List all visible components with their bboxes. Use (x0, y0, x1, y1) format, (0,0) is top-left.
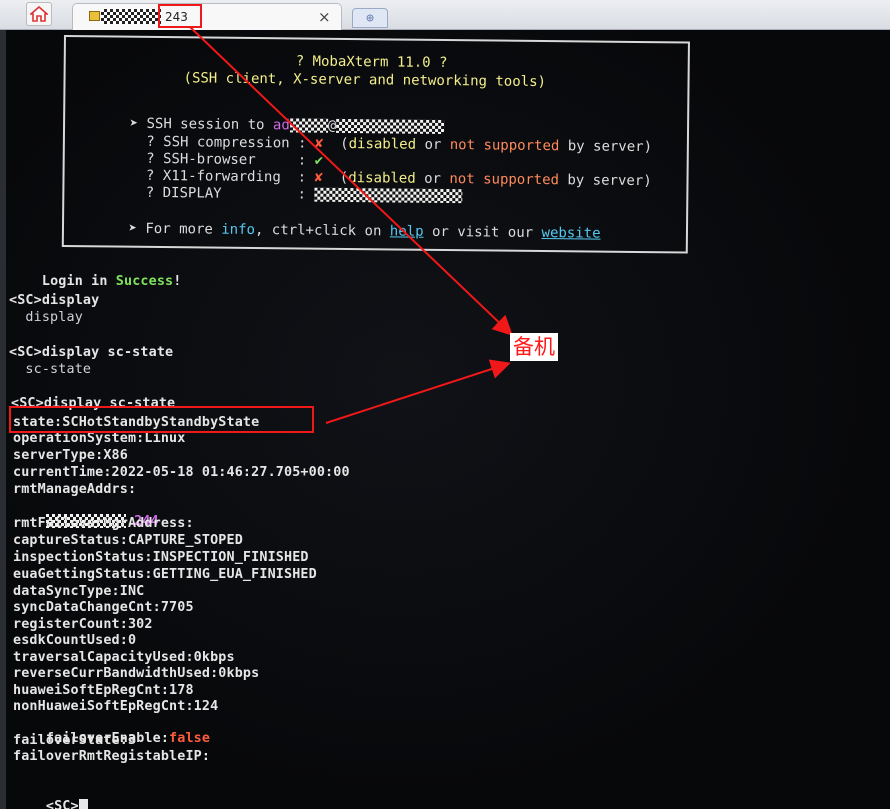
rmt-manage-addrs-line: rmtManageAddrs: (13, 482, 137, 497)
home-button[interactable] (26, 2, 52, 26)
esdk-count-line: esdkCountUsed:0 (13, 633, 137, 648)
redacted-tab-host (101, 9, 161, 24)
tab-highlight-box (158, 4, 202, 28)
cursor (78, 799, 88, 809)
login-suffix: ! (173, 274, 182, 289)
traversal-capacity-line: traversalCapacityUsed:0kbps (13, 650, 235, 665)
sync-data-change-line: syncDataChangeCnt:7705 (13, 600, 194, 615)
banner-subtitle: (SSH client, X-server and networking too… (183, 70, 547, 91)
failover-state-line: failoverState:3 (13, 733, 137, 748)
operation-system-line: operationSystem:Linux (13, 431, 186, 446)
new-tab-icon[interactable]: ⊕ (352, 8, 388, 28)
login-success: Success (115, 274, 174, 289)
command-line: <SC>display sc-state (9, 345, 174, 360)
server-type-line: serverType:X86 (13, 448, 128, 463)
info-line: ➤ For more info, ctrl+click on help or v… (78, 204, 601, 257)
inspection-status-line: inspectionStatus:INSPECTION_FINISHED (13, 550, 309, 565)
session-tab[interactable]: 243 × (72, 3, 342, 30)
info-word: info (221, 221, 256, 239)
rmt-failover-mgr-line: rmtFailoverMgrAddress: (13, 516, 194, 531)
failover-enable-value: false (169, 731, 211, 746)
terminal-session-icon (89, 11, 100, 21)
shell-prompt[interactable]: <SC> (13, 784, 88, 809)
prompt-text: <SC> (45, 799, 79, 809)
current-time-line: currentTime:2022-05-18 01:46:27.705+00:0… (13, 465, 350, 480)
or-word: or (415, 136, 450, 154)
display-label: ? DISPLAY : (128, 184, 315, 203)
paren: ( (323, 135, 349, 152)
command-line: <SC>display (9, 293, 100, 308)
command-echo: sc-state (9, 362, 92, 377)
info-middle: , ctrl+click on (254, 222, 390, 240)
home-icon (30, 6, 48, 22)
not-supported-word: not supported (449, 137, 560, 155)
banner-title: ? MobaXterm 11.0 ? (295, 53, 448, 72)
by-server-word: by server) (558, 172, 652, 190)
failover-rmt-ip-line: failoverRmtRegistableIP: (13, 749, 211, 764)
redacted-display (314, 187, 463, 204)
data-sync-type-line: dataSyncType:INC (13, 584, 145, 599)
huawei-soft-ep-line: huaweiSoftEpRegCnt:178 (13, 683, 194, 698)
register-count-line: registerCount:302 (13, 617, 153, 632)
reverse-bandwidth-line: reverseCurrBandwidthUsed:0kbps (13, 666, 260, 681)
capture-status-line: captureStatus:CAPTURE_STOPED (13, 533, 243, 548)
non-huawei-soft-ep-line: nonHuaweiSoftEpRegCnt:124 (13, 699, 219, 714)
eua-getting-status-line: euaGettingStatus:GETTING_EUA_FINISHED (13, 567, 317, 582)
command-echo: display (9, 310, 83, 325)
info-prefix: ➤ For more (128, 220, 222, 238)
by-server-word: by server) (559, 138, 653, 156)
close-icon[interactable]: × (318, 8, 331, 26)
not-supported-word: not supported (449, 171, 560, 189)
visit-text: or visit our (423, 223, 542, 242)
help-link[interactable]: help (390, 223, 424, 239)
standby-annotation-label: 备机 (510, 333, 558, 361)
state-highlight-box (9, 406, 314, 433)
disabled-word: disabled (348, 135, 417, 153)
tab-bar: 243 × ⊕ (0, 0, 890, 30)
website-link[interactable]: website (541, 225, 600, 242)
welcome-banner: ? MobaXterm 11.0 ? (SSH client, X-server… (61, 35, 690, 257)
login-prefix: Login in (41, 274, 116, 289)
